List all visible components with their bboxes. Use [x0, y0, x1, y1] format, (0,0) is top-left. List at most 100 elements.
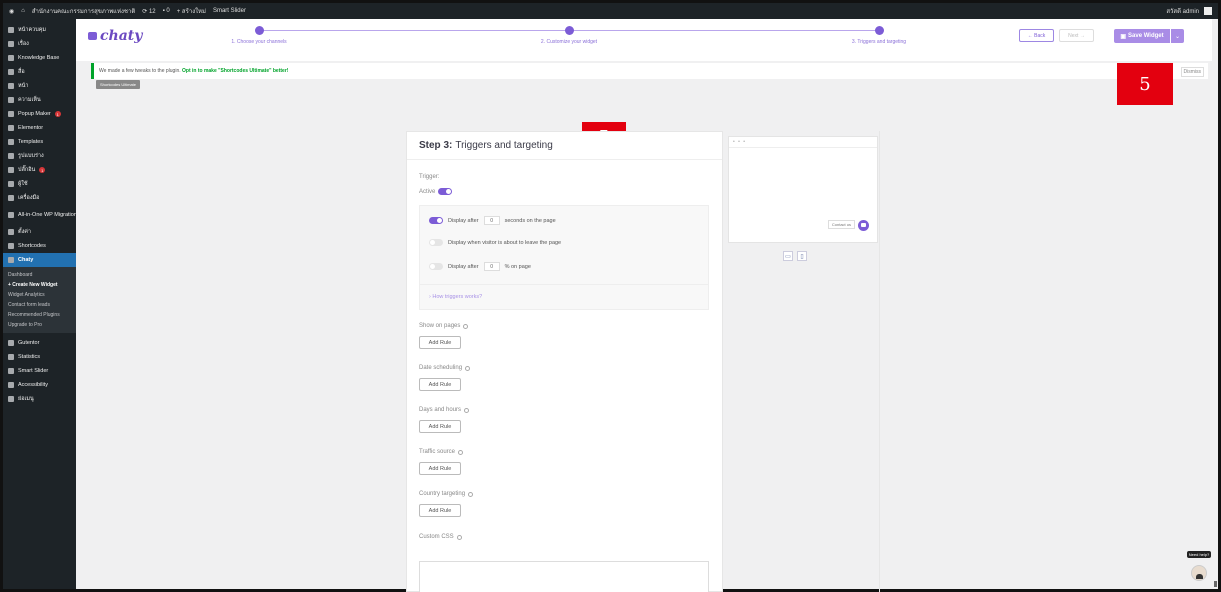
info-icon[interactable]: [456, 534, 462, 540]
wordpress-icon[interactable]: ◉: [9, 8, 14, 15]
site-name-link[interactable]: สำนักงานคณะกรรมการสุขภาพแห่งชาติ: [32, 6, 135, 16]
gutentor-icon: [8, 340, 14, 346]
user-greeting[interactable]: สวัสดี admin: [1166, 6, 1199, 16]
scroll-percent-input[interactable]: 0: [483, 262, 500, 271]
trigger-time-row: Display after 0 seconds on the page: [429, 216, 556, 225]
date-scheduling-add-rule-button[interactable]: Add Rule: [419, 378, 461, 391]
statistics-icon: [8, 354, 14, 360]
trigger-exit-row: Display when visitor is about to leave t…: [429, 239, 561, 246]
popup-icon: [8, 111, 14, 117]
info-icon[interactable]: [468, 491, 474, 497]
scrollbar[interactable]: [1212, 19, 1218, 589]
sidebar-item[interactable]: Chaty: [3, 253, 76, 267]
trigger-label: Trigger:: [419, 174, 440, 180]
mobile-icon[interactable]: ▯: [797, 251, 807, 261]
sidebar-item[interactable]: เรื่อง: [3, 37, 76, 51]
sidebar-item-label: รูปแบบร่าง: [18, 153, 44, 159]
exit-intent-toggle[interactable]: [429, 239, 443, 246]
sidebar-item[interactable]: Elementor: [3, 121, 76, 135]
days-and-hours-add-rule-button[interactable]: Add Rule: [419, 420, 461, 433]
smart-slider-link[interactable]: Smart Slider: [213, 8, 246, 14]
sidebar-item[interactable]: Popup Maker 1: [3, 107, 76, 121]
support-avatar[interactable]: [1191, 565, 1207, 581]
save-options-dropdown[interactable]: ⌄: [1171, 29, 1184, 43]
step-1-label[interactable]: 1. Choose your channels: [199, 39, 319, 45]
slider-icon: [8, 368, 14, 374]
step-2-dot[interactable]: [565, 26, 574, 35]
avatar[interactable]: [1204, 7, 1212, 15]
sidebar-item[interactable]: Statistics: [3, 350, 76, 364]
sidebar-item-label: Shortcodes: [18, 243, 46, 249]
sidebar-item[interactable]: หน้าควบคุม: [3, 23, 76, 37]
media-icon: [8, 69, 14, 75]
next-button[interactable]: Next →: [1059, 29, 1094, 42]
show-on-pages-add-rule-button[interactable]: Add Rule: [419, 336, 461, 349]
step-3-dot[interactable]: [875, 26, 884, 35]
sidebar-item[interactable]: Smart Slider: [3, 364, 76, 378]
sidebar-item[interactable]: รูปแบบร่าง: [3, 149, 76, 163]
notice-opt-in-link[interactable]: Opt in to make "Shortcodes Ultimate" bet…: [182, 68, 288, 74]
back-button[interactable]: ← Back: [1019, 29, 1054, 42]
sidebar-item[interactable]: Templates: [3, 135, 76, 149]
update-count-badge: 1: [39, 167, 46, 173]
save-widget-button[interactable]: ▣ Save Widget: [1114, 29, 1170, 43]
scroll-trigger-toggle[interactable]: [429, 263, 443, 270]
chaty-submenu-item[interactable]: Widget Analytics: [3, 290, 76, 300]
time-trigger-toggle[interactable]: [429, 217, 443, 224]
sidebar-item-label: Smart Slider: [18, 368, 49, 374]
sidebar-item[interactable]: Shortcodes: [3, 239, 76, 253]
active-toggle[interactable]: [438, 188, 453, 195]
chaty-submenu-item[interactable]: + Create New Widget: [3, 280, 76, 290]
dashboard-icon: [8, 27, 14, 33]
sidebar-item-label: Knowledge Base: [18, 55, 60, 61]
brush-icon: [8, 153, 14, 159]
dismiss-button[interactable]: Dismiss: [1180, 67, 1204, 77]
step-2-label[interactable]: 2. Customize your widget: [509, 39, 629, 45]
info-icon[interactable]: [463, 323, 469, 329]
sidebar-item-label: ตั้งค่า: [18, 229, 32, 235]
chaty-submenu-item[interactable]: Dashboard: [3, 270, 76, 280]
sidebar-item[interactable]: ตั้งค่า: [3, 225, 76, 239]
traffic-source-add-rule-button[interactable]: Add Rule: [419, 462, 461, 475]
need-help-widget[interactable]: Need help?: [1186, 543, 1212, 581]
sidebar-item[interactable]: ความเห็น: [3, 93, 76, 107]
info-icon[interactable]: [464, 407, 470, 413]
sidebar-item[interactable]: Gutentor: [3, 336, 76, 350]
info-icon[interactable]: [465, 365, 471, 371]
sidebar-item-label: หน้าควบคุม: [18, 27, 47, 33]
desktop-icon[interactable]: ▭: [783, 251, 793, 261]
chaty-submenu-item[interactable]: Upgrade to Pro: [3, 320, 76, 330]
custom-css-textarea[interactable]: [419, 561, 709, 592]
chaty-submenu-item[interactable]: Recommended Plugins: [3, 310, 76, 320]
sidebar-item[interactable]: ผู้ใช้: [3, 177, 76, 191]
notice-text: We made a few tweaks to the plugin.: [99, 68, 181, 74]
chaty-submenu-item[interactable]: Contact form leads: [3, 300, 76, 310]
sidebar-item[interactable]: เครื่องมือ: [3, 191, 76, 205]
info-icon[interactable]: [458, 449, 464, 455]
admin-bar: ◉ ⌂ สำนักงานคณะกรรมการสุขภาพแห่งชาติ ⟳ 1…: [3, 3, 1218, 19]
sidebar-item[interactable]: หน้า: [3, 79, 76, 93]
settings-icon: [8, 229, 14, 235]
sidebar-item[interactable]: Accessibility: [3, 378, 76, 392]
shortcodes-ultimate-button[interactable]: Shortcodes Ultimate: [96, 80, 141, 89]
sidebar-item[interactable]: ย่อเมนู: [3, 392, 76, 406]
sidebar-item[interactable]: ปลั๊กอิน 1: [3, 163, 76, 177]
page-icon: [8, 83, 14, 89]
update-count-badge: 1: [54, 111, 61, 117]
seconds-input[interactable]: 0: [483, 216, 500, 225]
sidebar-item[interactable]: สื่อ: [3, 65, 76, 79]
country-targeting-add-rule-button[interactable]: Add Rule: [419, 504, 461, 517]
sidebar-item[interactable]: All-in-One WP Migration: [3, 205, 76, 225]
new-content-link[interactable]: + สร้างใหม่: [177, 6, 206, 16]
sidebar-item-label: เรื่อง: [18, 41, 29, 47]
step-1-dot[interactable]: [255, 26, 264, 35]
how-triggers-link[interactable]: › How triggers works?: [429, 294, 482, 300]
updates-icon[interactable]: ⟳ 12: [142, 8, 155, 15]
step-3-label[interactable]: 3. Triggers and targeting: [819, 39, 939, 45]
sidebar-item-label: Statistics: [18, 354, 41, 360]
comments-icon[interactable]: ▪ 0: [163, 8, 170, 14]
step-progress: 1. Choose your channels 2. Customize you…: [231, 25, 906, 47]
scroll-down-arrow-icon[interactable]: [1214, 581, 1217, 587]
annotation-badge: 5: [1117, 63, 1173, 105]
sidebar-item[interactable]: Knowledge Base: [3, 51, 76, 65]
